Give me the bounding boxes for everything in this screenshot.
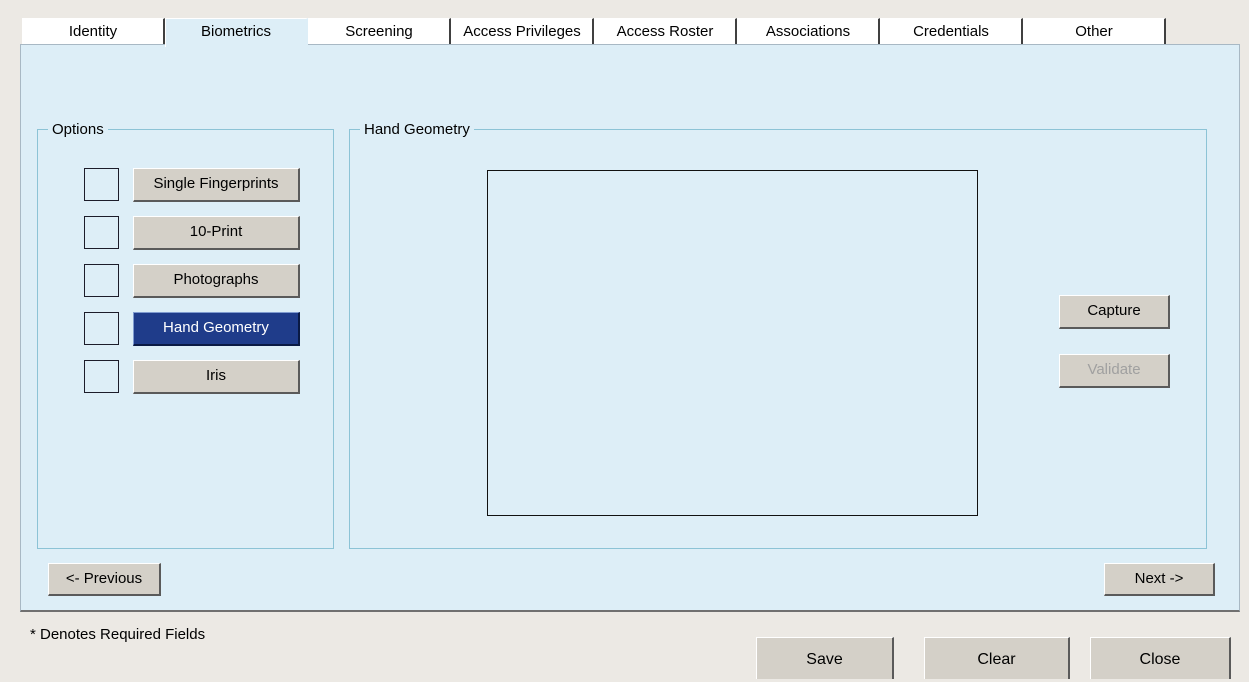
- options-group: Options Single Fingerprints 10-Print Pho…: [37, 121, 334, 549]
- iris-checkbox[interactable]: [84, 360, 119, 393]
- tab-access-roster[interactable]: Access Roster: [594, 18, 737, 44]
- tab-credentials[interactable]: Credentials: [880, 18, 1023, 44]
- tab-strip: Identity Biometrics Screening Access Pri…: [22, 18, 1240, 47]
- hand-geometry-button[interactable]: Hand Geometry: [133, 312, 300, 346]
- tab-associations[interactable]: Associations: [737, 18, 880, 44]
- hand-geometry-preview: [487, 170, 978, 516]
- single-fingerprints-checkbox[interactable]: [84, 168, 119, 201]
- tab-identity[interactable]: Identity: [22, 18, 165, 44]
- tab-biometrics[interactable]: Biometrics: [165, 18, 308, 47]
- ten-print-checkbox[interactable]: [84, 216, 119, 249]
- iris-button[interactable]: Iris: [133, 360, 300, 394]
- tab-other[interactable]: Other: [1023, 18, 1166, 44]
- photographs-checkbox[interactable]: [84, 264, 119, 297]
- close-button[interactable]: Close: [1090, 637, 1231, 679]
- validate-button[interactable]: Validate: [1059, 354, 1170, 388]
- photographs-button[interactable]: Photographs: [133, 264, 300, 298]
- hand-geometry-checkbox[interactable]: [84, 312, 119, 345]
- tab-access-privileges[interactable]: Access Privileges: [451, 18, 594, 44]
- clear-button[interactable]: Clear: [924, 637, 1070, 679]
- hand-geometry-group: Hand Geometry Capture Validate: [349, 121, 1207, 549]
- biometrics-panel: Options Single Fingerprints 10-Print Pho…: [20, 44, 1240, 612]
- next-button[interactable]: Next ->: [1104, 563, 1215, 596]
- options-legend: Options: [48, 121, 108, 138]
- tab-screening[interactable]: Screening: [308, 18, 451, 44]
- required-fields-note: * Denotes Required Fields: [30, 626, 206, 643]
- hand-geometry-legend: Hand Geometry: [360, 121, 474, 138]
- capture-button[interactable]: Capture: [1059, 295, 1170, 329]
- previous-button[interactable]: <- Previous: [48, 563, 161, 596]
- save-button[interactable]: Save: [756, 637, 894, 679]
- ten-print-button[interactable]: 10-Print: [133, 216, 300, 250]
- single-fingerprints-button[interactable]: Single Fingerprints: [133, 168, 300, 202]
